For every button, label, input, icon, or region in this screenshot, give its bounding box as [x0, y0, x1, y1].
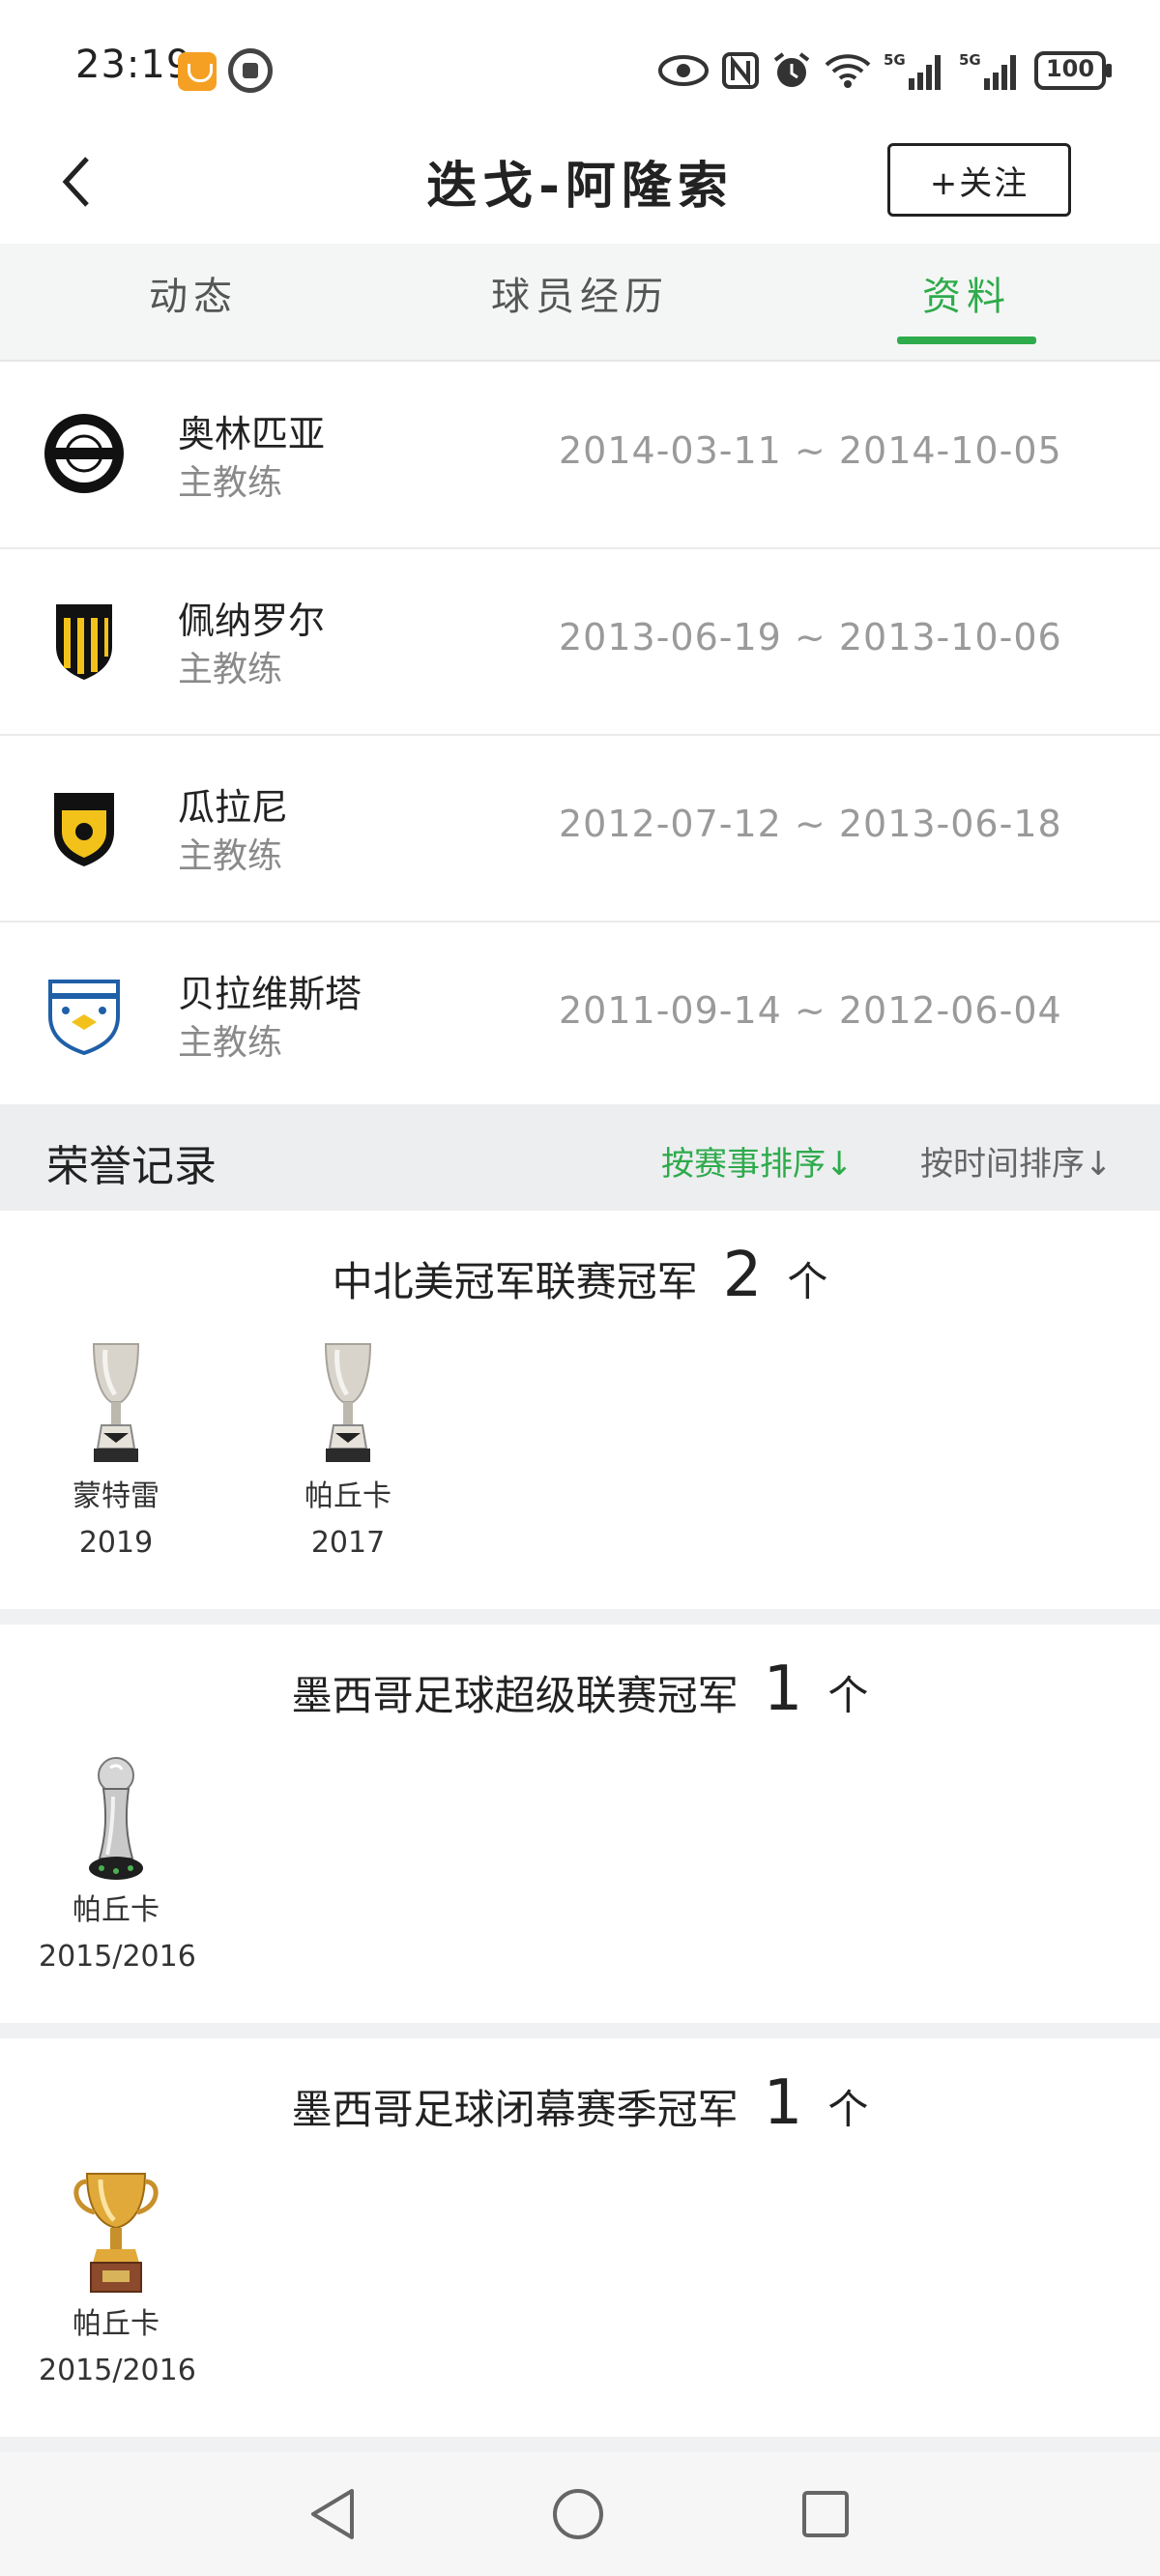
trophy-team: 帕丘卡 — [72, 1893, 160, 1927]
honour-section-title: 墨西哥足球超级联赛冠军 1 个 — [0, 1654, 1160, 1725]
honour-count: 2 — [722, 1240, 763, 1311]
tenure-dates: 2011-09-14 ~ 2012-06-04 — [559, 989, 1062, 1032]
status-bar: 23:19 5G 5G 100 — [0, 0, 1160, 135]
coach-role: 主教练 — [178, 1023, 283, 1063]
tenure-dates: 2012-07-12 ~ 2013-06-18 — [559, 803, 1062, 845]
penarol-crest-icon — [43, 599, 126, 682]
competition-name: 墨西哥足球超级联赛冠军 — [291, 1672, 739, 1719]
honour-count: 1 — [763, 1654, 803, 1725]
trophy-item[interactable]: 蒙特雷 2019 — [39, 1340, 193, 1566]
active-tab-indicator — [897, 337, 1036, 344]
coach-role: 主教练 — [178, 463, 283, 503]
career-row[interactable]: 贝拉维斯塔 主教练 2011-09-14 ~ 2012-06-04 — [0, 922, 1160, 1109]
signal-5g-icon: 5G — [884, 49, 947, 92]
trophy-year: 2015/2016 — [39, 1940, 196, 1974]
liga-mx-trophy-icon — [89, 1757, 143, 1880]
honour-count: 1 — [763, 2067, 803, 2139]
tab-bar: 动态 球员经历 资料 — [0, 244, 1160, 362]
square-recents-icon — [802, 2491, 849, 2537]
svg-text:5G: 5G — [884, 51, 906, 69]
career-row[interactable]: 瓜拉尼 主教练 2012-07-12 ~ 2013-06-18 — [0, 735, 1160, 922]
career-row[interactable]: 奥林匹亚 主教练 2014-03-11 ~ 2014-10-05 — [0, 362, 1160, 549]
silver-trophy-icon — [92, 1343, 140, 1462]
sort-by-competition-button[interactable]: 按赛事排序↓ — [661, 1137, 854, 1185]
olimpia-crest-icon — [43, 412, 126, 495]
nav-back-button[interactable] — [305, 2485, 360, 2547]
section-divider — [0, 1609, 1160, 1625]
club-name: 贝拉维斯塔 — [178, 973, 362, 1015]
battery-level: 100 — [1045, 55, 1095, 82]
sort-by-time-button[interactable]: 按时间排序↓ — [920, 1137, 1113, 1185]
wifi-icon — [824, 51, 872, 90]
section-divider — [0, 2437, 1160, 2452]
honour-section-title: 墨西哥足球闭幕赛季冠军 1 个 — [0, 2067, 1160, 2139]
count-unit: 个 — [827, 1672, 869, 1719]
tenure-dates: 2013-06-19 ~ 2013-10-06 — [559, 616, 1062, 659]
guarani-crest-icon — [43, 785, 126, 868]
eye-icon — [657, 51, 710, 90]
competition-name: 墨西哥足球闭幕赛季冠军 — [291, 2086, 739, 2133]
signal-5g-icon-2: 5G — [959, 49, 1023, 92]
career-row[interactable]: 佩纳罗尔 主教练 2013-06-19 ~ 2013-10-06 — [0, 548, 1160, 736]
triangle-back-icon — [311, 2489, 354, 2539]
svg-text:5G: 5G — [959, 51, 981, 69]
trophy-item[interactable]: 帕丘卡 2015/2016 — [39, 2168, 196, 2394]
tenure-dates: 2014-03-11 ~ 2014-10-05 — [559, 429, 1062, 472]
trophy-item[interactable]: 帕丘卡 2017 — [271, 1340, 425, 1566]
status-time: 23:19 — [75, 43, 192, 87]
trophy-year: 2019 — [78, 1526, 154, 1560]
gold-cup-icon — [73, 2173, 159, 2293]
nav-recents-button[interactable] — [800, 2489, 851, 2543]
trophy-year: 2017 — [310, 1526, 386, 1560]
section-divider — [0, 2023, 1160, 2038]
tab-player-career[interactable]: 球员经历 — [435, 265, 725, 321]
nfc-icon — [721, 51, 760, 90]
club-name: 瓜拉尼 — [178, 786, 289, 829]
notification-app-icon — [178, 52, 217, 91]
competition-name: 中北美冠军联赛冠军 — [332, 1258, 698, 1305]
club-name: 奥林匹亚 — [178, 413, 326, 455]
trophy-item[interactable]: 帕丘卡 2015/2016 — [39, 1754, 196, 1980]
coach-role: 主教练 — [178, 650, 283, 689]
status-icons: 5G 5G 100 — [657, 46, 1114, 95]
trophy-year: 2015/2016 — [39, 2354, 196, 2387]
count-unit: 个 — [787, 1258, 828, 1305]
bella-vista-crest-icon — [43, 972, 126, 1056]
circle-home-icon — [553, 2489, 603, 2539]
tab-news[interactable]: 动态 — [48, 265, 338, 321]
system-nav-bar — [0, 2452, 1160, 2576]
trophy-team: 帕丘卡 — [72, 2307, 160, 2341]
follow-button[interactable]: +关注 — [887, 143, 1071, 217]
battery-icon: 100 — [1034, 51, 1114, 90]
club-name: 佩纳罗尔 — [178, 600, 326, 642]
alarm-icon — [771, 50, 812, 91]
trophy-team: 蒙特雷 — [72, 1479, 160, 1513]
count-unit: 个 — [827, 2086, 869, 2133]
silver-trophy-icon — [324, 1343, 372, 1462]
tab-profile[interactable]: 资料 — [822, 265, 1112, 321]
trophy-team: 帕丘卡 — [304, 1479, 392, 1513]
soccer-ball-icon — [228, 48, 273, 93]
honour-section-title: 中北美冠军联赛冠军 2 个 — [0, 1240, 1160, 1311]
coach-role: 主教练 — [178, 836, 283, 876]
nav-home-button[interactable] — [551, 2487, 605, 2545]
honours-title: 荣誉记录 — [46, 1142, 217, 1191]
honours-header: 荣誉记录 按赛事排序↓ 按时间排序↓ — [0, 1104, 1160, 1211]
